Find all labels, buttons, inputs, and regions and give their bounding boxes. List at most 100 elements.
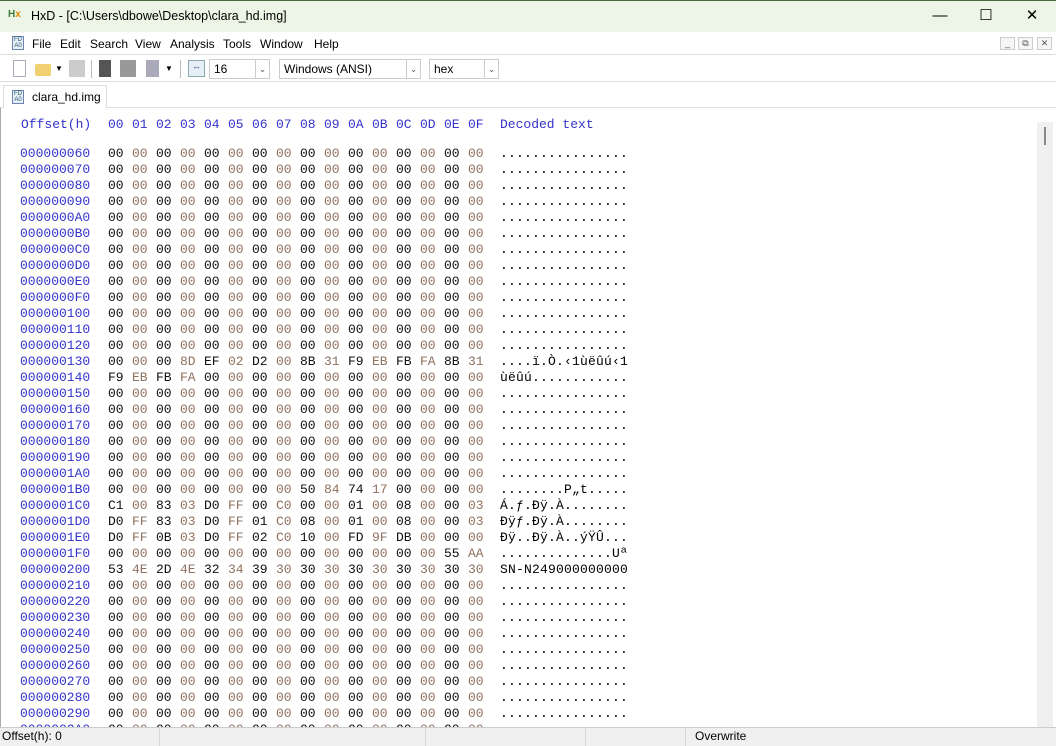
hex-byte[interactable]: 00	[348, 706, 364, 721]
hex-byte[interactable]: 00	[204, 674, 220, 689]
hex-byte[interactable]: 00	[324, 578, 340, 593]
document-icon[interactable]: FD A0	[12, 36, 24, 50]
hex-byte[interactable]: 00	[252, 674, 268, 689]
hex-byte[interactable]: 00	[420, 370, 436, 385]
hex-byte[interactable]: FF	[228, 530, 244, 545]
decoded-text[interactable]: ................	[500, 674, 628, 689]
hex-byte[interactable]: FA	[180, 370, 196, 385]
hex-byte[interactable]: 00	[324, 242, 340, 257]
hex-byte[interactable]: 00	[372, 578, 388, 593]
hex-byte[interactable]: 00	[396, 482, 412, 497]
hex-byte[interactable]: 00	[276, 690, 292, 705]
open-folder-icon[interactable]	[35, 64, 51, 76]
hex-byte[interactable]: 00	[468, 482, 484, 497]
hex-byte[interactable]: 53	[108, 562, 124, 577]
hex-byte[interactable]: 00	[444, 402, 460, 417]
hex-byte[interactable]: 00	[132, 402, 148, 417]
hex-byte[interactable]: 00	[156, 578, 172, 593]
hex-byte[interactable]: 00	[108, 610, 124, 625]
hex-byte[interactable]: 00	[468, 530, 484, 545]
hex-byte[interactable]: 00	[108, 578, 124, 593]
hex-byte[interactable]: 00	[300, 578, 316, 593]
hex-byte[interactable]: 03	[180, 514, 196, 529]
hex-byte[interactable]: 00	[348, 242, 364, 257]
hex-byte[interactable]: 84	[324, 482, 340, 497]
hex-byte[interactable]: 00	[444, 306, 460, 321]
hex-byte[interactable]: 00	[444, 482, 460, 497]
hex-byte[interactable]: 00	[252, 162, 268, 177]
hex-byte[interactable]: 00	[324, 514, 340, 529]
hex-byte[interactable]: 00	[468, 642, 484, 657]
hex-byte[interactable]: 00	[300, 274, 316, 289]
hex-editor[interactable]: Offset(h) 00 01 02 03 04 05 06 07 08 09 0A 0B 0C 0D 0E…	[0, 108, 1036, 727]
hex-byte[interactable]: 00	[348, 306, 364, 321]
hex-byte[interactable]: 00	[348, 466, 364, 481]
hex-byte[interactable]: 00	[348, 658, 364, 673]
hex-byte[interactable]: 00	[396, 370, 412, 385]
hex-byte[interactable]: 00	[420, 546, 436, 561]
hex-byte[interactable]: 00	[348, 450, 364, 465]
hex-byte[interactable]: 00	[468, 690, 484, 705]
hex-byte[interactable]: 00	[444, 258, 460, 273]
hex-byte[interactable]: 00	[180, 434, 196, 449]
hex-byte[interactable]: 00	[468, 674, 484, 689]
hex-byte[interactable]: 30	[468, 562, 484, 577]
hex-byte[interactable]: 00	[348, 178, 364, 193]
hex-byte[interactable]: 00	[324, 210, 340, 225]
decoded-text[interactable]: ................	[500, 306, 628, 321]
hex-byte[interactable]: 00	[252, 450, 268, 465]
decoded-text[interactable]: ................	[500, 642, 628, 657]
hex-byte[interactable]: 00	[300, 706, 316, 721]
hex-byte[interactable]: 00	[156, 450, 172, 465]
hex-byte[interactable]: 01	[348, 498, 364, 513]
hex-byte[interactable]: 00	[420, 258, 436, 273]
hex-byte[interactable]: 00	[204, 146, 220, 161]
menu-search[interactable]: Search	[90, 37, 128, 51]
hex-byte[interactable]: 00	[132, 642, 148, 657]
hex-byte[interactable]: 03	[180, 498, 196, 513]
hex-byte[interactable]: 00	[132, 322, 148, 337]
hex-byte[interactable]: 00	[372, 626, 388, 641]
hex-byte[interactable]: 00	[372, 466, 388, 481]
hex-byte[interactable]: 00	[372, 146, 388, 161]
hex-byte[interactable]: 00	[108, 706, 124, 721]
hex-byte[interactable]: 83	[156, 514, 172, 529]
menu-edit[interactable]: Edit	[60, 37, 81, 51]
hex-byte[interactable]: 00	[300, 226, 316, 241]
hex-byte[interactable]: 00	[228, 290, 244, 305]
hex-byte[interactable]: 00	[156, 402, 172, 417]
hex-byte[interactable]: 00	[300, 258, 316, 273]
hex-byte[interactable]: 00	[156, 210, 172, 225]
hex-byte[interactable]: 00	[420, 162, 436, 177]
hex-byte[interactable]: 00	[324, 370, 340, 385]
hex-byte[interactable]: 00	[420, 274, 436, 289]
hex-byte[interactable]: D0	[108, 514, 124, 529]
hex-byte[interactable]: 00	[348, 610, 364, 625]
new-file-icon[interactable]	[13, 60, 26, 77]
hex-byte[interactable]: 01	[252, 514, 268, 529]
hex-byte[interactable]: 00	[444, 290, 460, 305]
hex-byte[interactable]: 00	[180, 674, 196, 689]
hex-byte[interactable]: 00	[204, 242, 220, 257]
hex-byte[interactable]: 00	[468, 450, 484, 465]
decoded-text[interactable]: Á.ƒ.Ðÿ.À........	[500, 498, 628, 513]
mdi-close-button[interactable]: ✕	[1037, 37, 1052, 50]
hex-byte[interactable]: 00	[348, 642, 364, 657]
hex-byte[interactable]: 00	[204, 546, 220, 561]
hex-byte[interactable]: 00	[396, 386, 412, 401]
decoded-text[interactable]: ................	[500, 418, 628, 433]
disk-image-icon[interactable]	[146, 60, 159, 77]
hex-byte[interactable]: 00	[204, 466, 220, 481]
hex-byte[interactable]: 00	[276, 658, 292, 673]
hex-byte[interactable]: 00	[204, 290, 220, 305]
hex-byte[interactable]: 00	[180, 466, 196, 481]
hex-byte[interactable]: 00	[132, 242, 148, 257]
hex-byte[interactable]: 00	[156, 482, 172, 497]
hex-byte[interactable]: 00	[228, 386, 244, 401]
hex-byte[interactable]: 00	[468, 338, 484, 353]
hex-byte[interactable]: 00	[156, 658, 172, 673]
decoded-text[interactable]: ................	[500, 466, 628, 481]
hex-byte[interactable]: 00	[348, 386, 364, 401]
hex-byte[interactable]: 00	[396, 658, 412, 673]
hex-byte[interactable]: 00	[300, 466, 316, 481]
